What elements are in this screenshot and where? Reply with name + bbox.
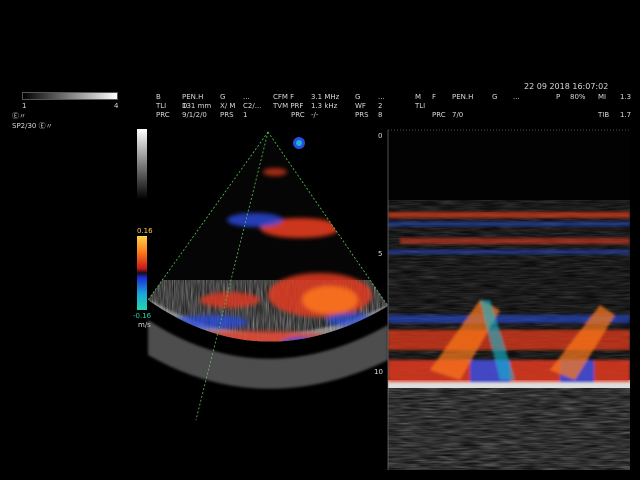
mmode-depth-0: 0 [378, 132, 383, 140]
m-mode-panel [387, 129, 630, 470]
mmode-depth-10: 10 [374, 368, 383, 376]
ultrasound-image [147, 129, 630, 470]
mmode-depth-5: 5 [378, 250, 383, 258]
sector-2d-view [147, 131, 389, 421]
